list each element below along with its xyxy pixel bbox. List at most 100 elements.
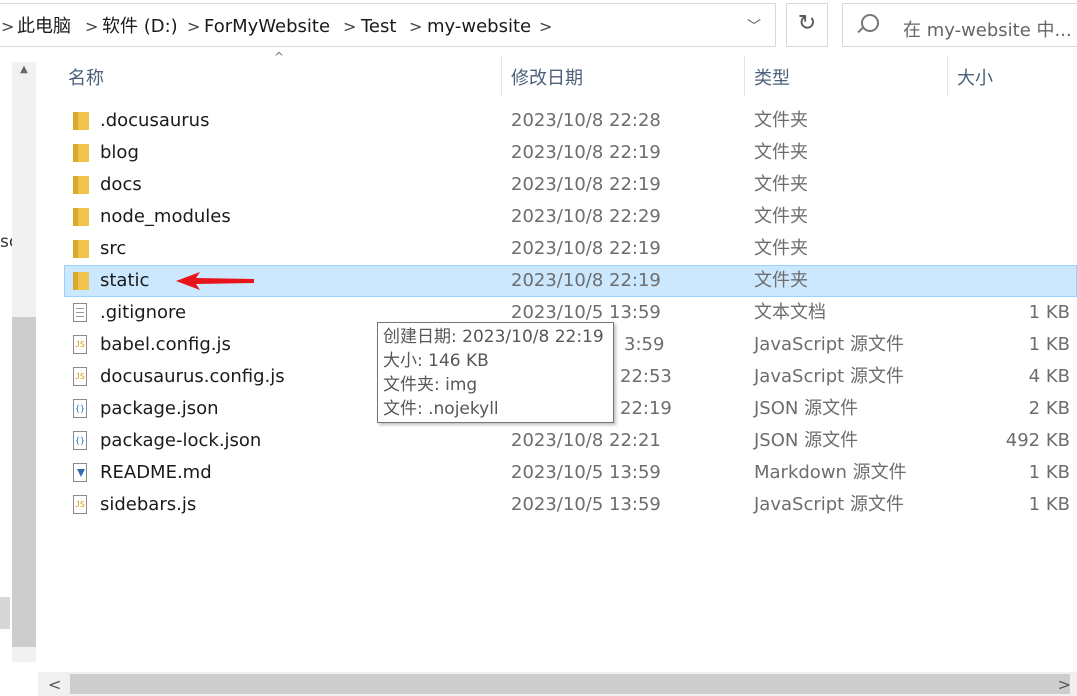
tooltip-files: 文件: .nojekyll <box>383 399 499 419</box>
breadcrumb-separator[interactable]: > <box>187 16 200 38</box>
folder-icon <box>73 208 89 226</box>
file-name[interactable]: blog <box>100 142 139 164</box>
js-file-icon: JS <box>73 495 87 514</box>
file-type: 文件夹 <box>754 142 808 163</box>
scroll-up-icon[interactable]: ▲ <box>12 64 36 75</box>
file-name[interactable]: package-lock.json <box>100 430 261 452</box>
nav-scrollbar-thumb[interactable] <box>12 317 36 647</box>
scroll-left-icon[interactable]: < <box>48 675 61 694</box>
search-icon <box>861 14 879 32</box>
file-type: JavaScript 源文件 <box>754 494 904 515</box>
breadcrumb-test[interactable]: Test <box>361 16 396 38</box>
refresh-button[interactable]: ↻ <box>786 3 828 47</box>
folder-icon <box>73 144 89 162</box>
file-name[interactable]: src <box>100 238 126 260</box>
file-row[interactable]: README.md 2023/10/5 13:59 Markdown 源文件 1… <box>64 457 1077 489</box>
file-size: 2 KB <box>1028 398 1070 419</box>
breadcrumb-this-pc[interactable]: 此电脑 <box>17 16 71 38</box>
js-file-icon: JS <box>73 335 87 354</box>
file-date: 2023/10/8 22:28 <box>511 110 661 131</box>
file-size: 1 KB <box>1028 494 1070 515</box>
file-date: 2023/10/8 22:19 <box>511 270 661 291</box>
column-header-size[interactable]: 大小 <box>957 64 993 90</box>
markdown-file-icon <box>73 463 87 482</box>
json-file-icon: {} <box>73 431 87 450</box>
file-date: 2023/10/8 22:19 <box>511 174 661 195</box>
file-name[interactable]: static <box>100 270 149 292</box>
scroll-right-icon[interactable]: > <box>1058 675 1071 694</box>
file-type: JSON 源文件 <box>754 430 859 451</box>
json-file-icon: {} <box>73 399 87 418</box>
file-row[interactable]: docs 2023/10/8 22:19 文件夹 <box>64 169 1077 201</box>
column-header-date[interactable]: 修改日期 <box>511 64 583 90</box>
folder-icon <box>73 176 89 194</box>
file-date: 2023/10/8 22:21 <box>511 430 661 451</box>
breadcrumb-my-website[interactable]: my-website <box>427 16 531 38</box>
horizontal-scrollbar[interactable]: < > <box>38 672 1077 696</box>
horizontal-scrollbar-thumb[interactable] <box>70 674 1070 694</box>
folder-info-tooltip: 创建日期: 2023/10/8 22:19 大小: 146 KB 文件夹: im… <box>377 322 614 423</box>
file-name[interactable]: .gitignore <box>100 302 186 324</box>
tooltip-folders: 文件夹: img <box>383 375 478 395</box>
file-row[interactable]: blog 2023/10/8 22:19 文件夹 <box>64 137 1077 169</box>
file-date: 3:59 <box>624 334 665 355</box>
file-date: 2023/10/5 13:59 <box>511 462 661 483</box>
file-row[interactable]: .docusaurus 2023/10/8 22:28 文件夹 <box>64 105 1077 137</box>
file-type: 文件夹 <box>754 110 808 131</box>
file-name[interactable]: babel.config.js <box>100 334 231 356</box>
file-name[interactable]: docusaurus.config.js <box>100 366 285 388</box>
file-date: 22:19 <box>620 398 672 419</box>
search-placeholder[interactable]: 在 my-website 中... <box>903 16 1072 42</box>
address-toolbar: > 此电脑 > 软件 (D:) > ForMyWebsite > Test > … <box>0 0 1077 52</box>
file-size: 1 KB <box>1028 462 1070 483</box>
file-type: 文本文档 <box>754 302 826 323</box>
breadcrumb-separator[interactable]: > <box>539 16 552 38</box>
search-box[interactable]: 在 my-website 中... <box>842 3 1077 47</box>
file-row[interactable]: node_modules 2023/10/8 22:29 文件夹 <box>64 201 1077 233</box>
file-size: 492 KB <box>1005 430 1070 451</box>
file-name[interactable]: docs <box>100 174 142 196</box>
file-name[interactable]: node_modules <box>100 206 231 228</box>
file-size: 1 KB <box>1028 302 1070 323</box>
column-header-name[interactable]: 名称 <box>68 64 104 90</box>
file-date: 2023/10/8 22:19 <box>511 238 661 259</box>
text-file-icon <box>73 303 87 322</box>
file-type: 文件夹 <box>754 238 808 259</box>
breadcrumb-drive-d[interactable]: 软件 (D:) <box>102 16 178 38</box>
file-type: 文件夹 <box>754 206 808 227</box>
file-type: 文件夹 <box>754 270 808 291</box>
file-name[interactable]: package.json <box>100 398 219 420</box>
column-divider[interactable] <box>744 56 745 96</box>
folder-icon <box>73 272 89 290</box>
breadcrumb-separator[interactable]: > <box>85 16 98 38</box>
column-header-type[interactable]: 类型 <box>754 64 790 90</box>
sort-ascending-icon: ^ <box>274 50 285 64</box>
breadcrumb-separator[interactable]: > <box>1 16 14 38</box>
file-date: 2023/10/8 22:29 <box>511 206 661 227</box>
file-name[interactable]: sidebars.js <box>100 494 196 516</box>
file-size: 4 KB <box>1028 366 1070 387</box>
file-date: 2023/10/5 13:59 <box>511 302 661 323</box>
file-date: 22:53 <box>620 366 672 387</box>
file-type: JavaScript 源文件 <box>754 334 904 355</box>
column-divider[interactable] <box>501 56 502 96</box>
navigation-pane: sc ▲ <box>0 52 38 672</box>
breadcrumb-formywebsite[interactable]: ForMyWebsite <box>204 16 330 38</box>
file-row[interactable]: {} package-lock.json 2023/10/8 22:21 JSO… <box>64 425 1077 457</box>
nav-pane-edge <box>0 597 10 629</box>
folder-icon <box>73 240 89 258</box>
address-bar[interactable]: > 此电脑 > 软件 (D:) > ForMyWebsite > Test > … <box>0 3 776 47</box>
js-file-icon: JS <box>73 367 87 386</box>
file-row[interactable]: src 2023/10/8 22:19 文件夹 <box>64 233 1077 265</box>
folder-icon <box>73 112 89 130</box>
file-type: 文件夹 <box>754 174 808 195</box>
column-divider[interactable] <box>947 56 948 96</box>
file-name[interactable]: README.md <box>100 462 212 484</box>
breadcrumb-separator[interactable]: > <box>409 16 422 38</box>
file-row[interactable]: JS sidebars.js 2023/10/5 13:59 JavaScrip… <box>64 489 1077 521</box>
file-type: Markdown 源文件 <box>754 462 907 483</box>
chevron-down-icon[interactable]: ﹀ <box>747 16 761 36</box>
file-type: JavaScript 源文件 <box>754 366 904 387</box>
file-name[interactable]: .docusaurus <box>100 110 209 132</box>
breadcrumb-separator[interactable]: > <box>343 16 356 38</box>
